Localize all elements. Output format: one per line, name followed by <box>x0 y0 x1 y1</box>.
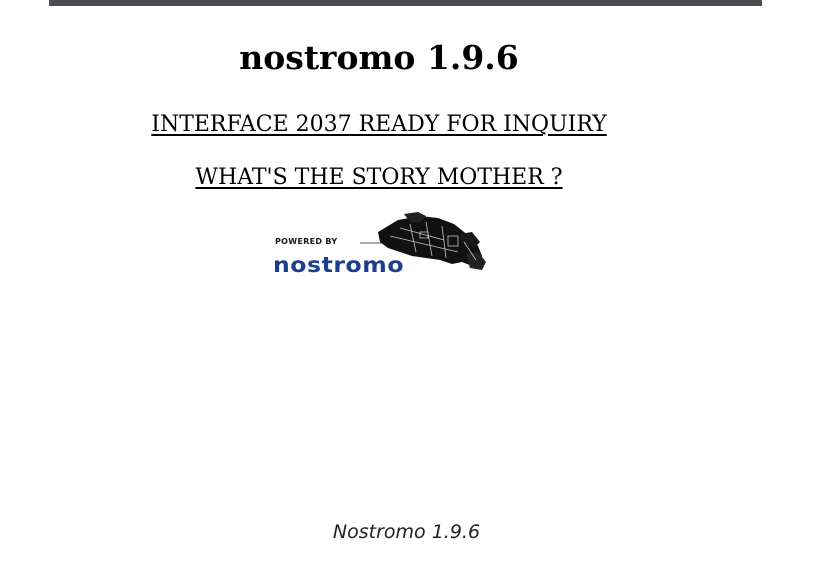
interface-link[interactable]: INTERFACE 2037 READY FOR INQUIRY <box>0 111 758 139</box>
page: nostromo 1.9.6 INTERFACE 2037 READY FOR … <box>0 0 837 565</box>
powered-by-label: POWERED BY <box>275 237 338 246</box>
top-rule <box>49 0 762 6</box>
page-title: nostromo 1.9.6 <box>239 38 519 77</box>
footer-version: Nostromo 1.9.6 <box>332 521 481 543</box>
powered-by-logo: POWERED BY nostromo <box>272 212 488 282</box>
nostromo-brand-text: nostromo <box>273 253 405 277</box>
story-link[interactable]: WHAT'S THE STORY MOTHER ? <box>0 164 758 192</box>
